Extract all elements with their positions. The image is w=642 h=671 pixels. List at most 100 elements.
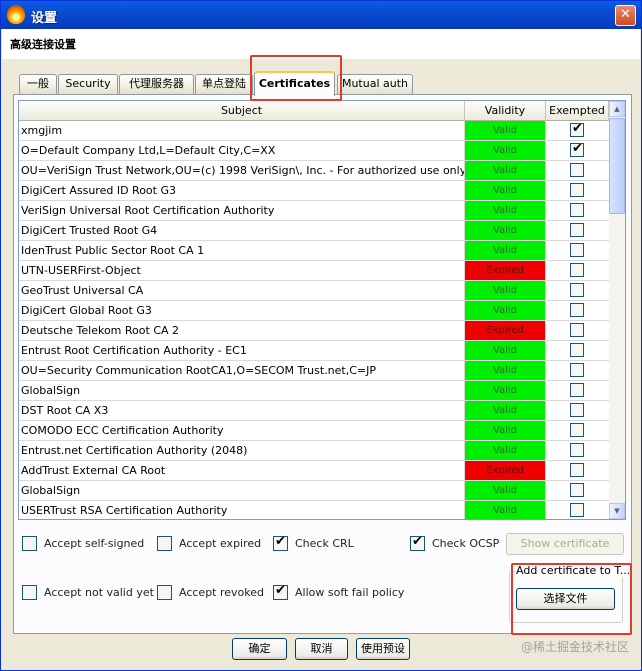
subject-cell: DigiCert Assured ID Root G3 (19, 181, 465, 201)
table-row[interactable]: VeriSign Universal Root Certification Au… (19, 201, 609, 221)
validity-cell: Valid (465, 341, 546, 360)
validity-cell: Valid (465, 281, 546, 300)
table-row[interactable]: DigiCert Trusted Root G4 Valid (19, 221, 609, 241)
tab-sso[interactable]: 单点登陆 (195, 74, 253, 94)
title-bar[interactable]: 设置 ✕ (1, 1, 641, 29)
exempted-cell (546, 241, 609, 261)
exempted-checkbox[interactable] (570, 363, 584, 377)
validity-cell: Valid (465, 241, 546, 260)
table-row[interactable]: GlobalSign Valid (19, 381, 609, 401)
subject-cell: OU=Security Communication RootCA1,O=SECO… (19, 361, 465, 381)
cancel-button[interactable]: 取消 (295, 638, 348, 660)
column-header-subject[interactable]: Subject (19, 101, 465, 121)
tab-mutual-auth[interactable]: Mutual auth (337, 74, 413, 94)
table-row[interactable]: GlobalSign Valid (19, 481, 609, 501)
scroll-down-icon[interactable]: ▼ (609, 503, 625, 519)
table-row[interactable]: DigiCert Assured ID Root G3 Valid (19, 181, 609, 201)
exempted-checkbox[interactable] (570, 263, 584, 277)
exempted-checkbox[interactable] (570, 423, 584, 437)
table-row[interactable]: DigiCert Global Root G3 Valid (19, 301, 609, 321)
exempted-checkbox[interactable] (570, 303, 584, 317)
table-row[interactable]: Entrust Root Certification Authority - E… (19, 341, 609, 361)
exempted-checkbox[interactable] (570, 183, 584, 197)
exempted-checkbox[interactable] (570, 323, 584, 337)
accept-expired-checkbox[interactable] (157, 536, 172, 551)
close-button[interactable]: ✕ (615, 5, 636, 26)
choose-file-button[interactable]: 选择文件 (516, 588, 615, 610)
accept-not-valid-yet-option[interactable]: Accept not valid yet (22, 584, 154, 601)
table-row[interactable]: IdenTrust Public Sector Root CA 1 Valid (19, 241, 609, 261)
accept-revoked-option[interactable]: Accept revoked (157, 584, 267, 601)
table-row[interactable]: Entrust.net Certification Authority (204… (19, 441, 609, 461)
allow-soft-fail-checkbox[interactable]: ✔ (273, 583, 288, 600)
tab-certificates[interactable]: Certificates (254, 71, 335, 96)
exempted-checkbox[interactable] (570, 403, 584, 417)
table-row[interactable]: UTN-USERFirst-Object Expired (19, 261, 609, 281)
header-band: 高级连接设置 (2, 29, 640, 59)
window-title: 设置 (31, 11, 58, 26)
exempted-cell (546, 461, 609, 481)
exempted-checkbox[interactable]: ✔ (570, 141, 584, 157)
exempted-checkbox[interactable] (570, 383, 584, 397)
table-header: Subject Validity Exempted (19, 101, 609, 121)
scroll-up-icon[interactable]: ▲ (609, 101, 625, 117)
subject-cell: COMODO ECC Certification Authority (19, 421, 465, 441)
validity-cell: Valid (465, 481, 546, 500)
tab-general[interactable]: 一般 (19, 74, 57, 94)
validity-cell: Valid (465, 201, 546, 220)
table-row[interactable]: OU=VeriSign Trust Network,OU=(c) 1998 Ve… (19, 161, 609, 181)
exempted-checkbox[interactable] (570, 503, 584, 517)
exempted-cell (546, 221, 609, 241)
table-row[interactable]: AddTrust External CA Root Expired (19, 461, 609, 481)
checkmark-icon: ✔ (275, 583, 286, 598)
table-row[interactable]: O=Default Company Ltd,L=Default City,C=X… (19, 141, 609, 161)
exempted-checkbox[interactable] (570, 243, 584, 257)
subject-cell: USERTrust RSA Certification Authority (19, 501, 465, 519)
table-row[interactable]: OU=Security Communication RootCA1,O=SECO… (19, 361, 609, 381)
ok-button[interactable]: 确定 (232, 638, 287, 660)
tab-proxy[interactable]: 代理服务器 (119, 74, 194, 94)
table-row[interactable]: USERTrust RSA Certification Authority Val… (19, 501, 609, 519)
accept-self-signed-option[interactable]: Accept self-signed (22, 535, 152, 552)
subject-cell: UTN-USERFirst-Object (19, 261, 465, 281)
exempted-checkbox[interactable] (570, 203, 584, 217)
exempted-checkbox[interactable] (570, 223, 584, 237)
vertical-scrollbar[interactable]: ▲ ▼ (609, 101, 625, 519)
exempted-cell: ✔ (546, 121, 609, 141)
accept-not-valid-yet-checkbox[interactable] (22, 585, 37, 600)
apply-button[interactable]: 使用预设 (356, 638, 410, 660)
exempted-checkbox[interactable] (570, 283, 584, 297)
table-row[interactable]: DST Root CA X3 Valid (19, 401, 609, 421)
accept-expired-option[interactable]: Accept expired (157, 535, 267, 552)
exempted-checkbox[interactable] (570, 483, 584, 497)
table-row[interactable]: Deutsche Telekom Root CA 2 Expired (19, 321, 609, 341)
table-row[interactable]: GeoTrust Universal CA Valid (19, 281, 609, 301)
exempted-cell (546, 161, 609, 181)
check-crl-option[interactable]: ✔ Check CRL (273, 534, 363, 552)
validity-cell: Valid (465, 181, 546, 200)
table-row[interactable]: COMODO ECC Certification Authority Valid (19, 421, 609, 441)
table-row[interactable]: xmgjim Valid ✔ (19, 121, 609, 141)
check-ocsp-option[interactable]: ✔ Check OCSP (410, 534, 502, 552)
tab-security[interactable]: Security (58, 74, 118, 94)
check-ocsp-checkbox[interactable]: ✔ (410, 534, 425, 551)
allow-soft-fail-option[interactable]: ✔ Allow soft fail policy (273, 583, 413, 601)
exempted-checkbox[interactable]: ✔ (570, 121, 584, 137)
exempted-checkbox[interactable] (570, 443, 584, 457)
subject-cell: xmgjim (19, 121, 465, 141)
accept-revoked-checkbox[interactable] (157, 585, 172, 600)
validity-cell: Valid (465, 401, 546, 420)
exempted-cell (546, 441, 609, 461)
scroll-thumb[interactable] (609, 118, 625, 214)
exempted-checkbox[interactable] (570, 343, 584, 357)
show-certificate-button[interactable]: Show certificate (506, 533, 624, 555)
exempted-checkbox[interactable] (570, 463, 584, 477)
accept-self-signed-checkbox[interactable] (22, 536, 37, 551)
subject-cell: IdenTrust Public Sector Root CA 1 (19, 241, 465, 261)
check-crl-checkbox[interactable]: ✔ (273, 534, 288, 551)
column-header-exempted[interactable]: Exempted (546, 101, 609, 121)
accept-not-valid-yet-label: Accept not valid yet (44, 586, 154, 599)
exempted-checkbox[interactable] (570, 163, 584, 177)
subject-cell: DST Root CA X3 (19, 401, 465, 421)
column-header-validity[interactable]: Validity (465, 101, 546, 121)
